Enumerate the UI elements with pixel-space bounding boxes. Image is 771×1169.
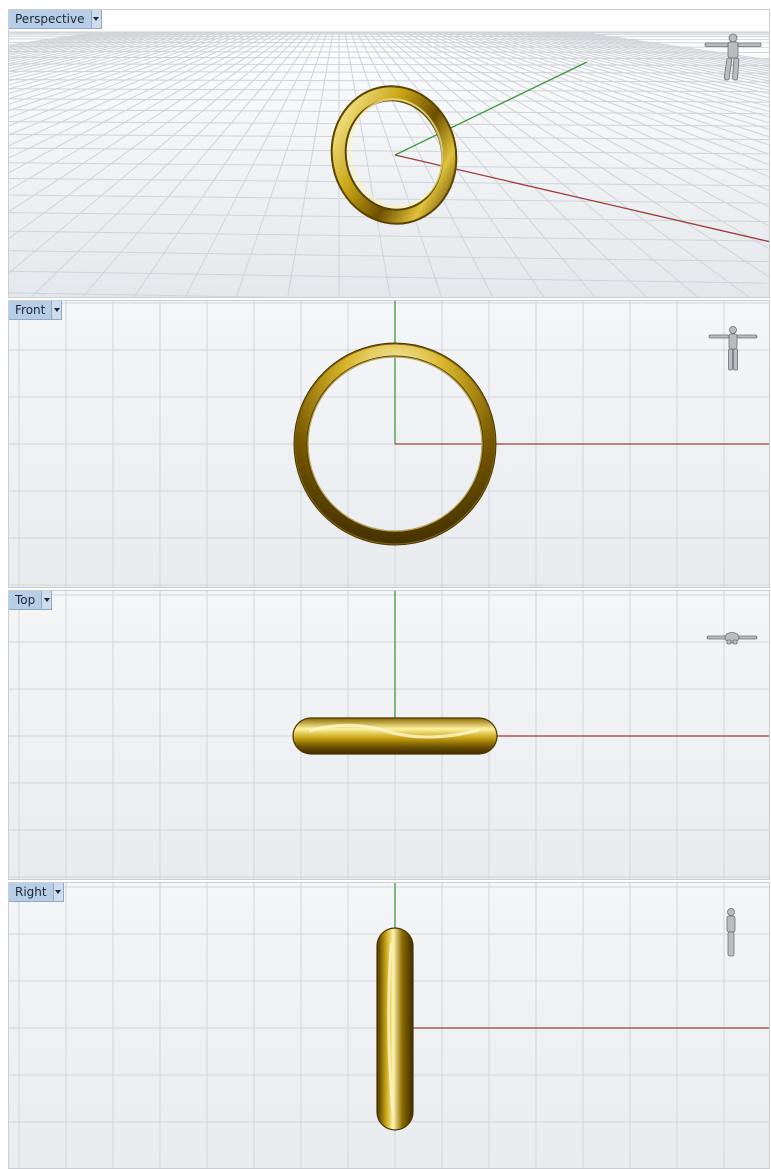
human-figure-icon: [708, 326, 758, 371]
viewport-tab-top[interactable]: Top: [9, 591, 53, 610]
viewport-tab-front[interactable]: Front: [9, 301, 63, 320]
rhino-viewports-window: Perspective Front Top Right: [0, 0, 771, 1169]
gold-ring-right: [376, 927, 414, 1131]
right-viewport[interactable]: Right: [8, 882, 770, 1169]
gold-ring-top: [292, 717, 498, 755]
perspective-scene: [9, 10, 769, 297]
chevron-down-icon[interactable]: [90, 10, 101, 28]
perspective-viewport[interactable]: Perspective: [8, 9, 770, 298]
top-scene: [9, 591, 769, 879]
viewport-label[interactable]: Front: [9, 301, 51, 319]
chevron-down-icon[interactable]: [51, 301, 62, 319]
top-viewport[interactable]: Top: [8, 590, 770, 880]
chevron-down-icon[interactable]: [52, 883, 63, 901]
human-figure-icon: [726, 908, 736, 957]
viewport-tab-right[interactable]: Right: [9, 883, 64, 902]
chevron-down-icon[interactable]: [41, 591, 52, 609]
viewport-label[interactable]: Right: [9, 883, 53, 901]
front-scene: [9, 301, 769, 587]
right-scene: [9, 883, 769, 1168]
viewport-tab-perspective[interactable]: Perspective: [9, 10, 102, 29]
human-figure-icon: [706, 632, 758, 645]
human-figure-icon: [704, 33, 762, 81]
viewport-label[interactable]: Perspective: [9, 10, 91, 28]
viewport-label[interactable]: Top: [9, 591, 41, 609]
front-viewport[interactable]: Front: [8, 300, 770, 588]
